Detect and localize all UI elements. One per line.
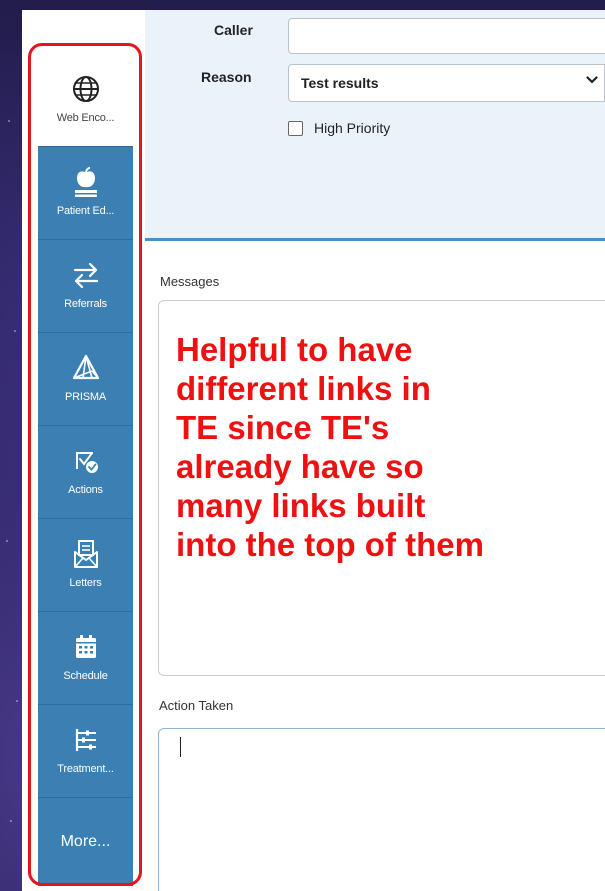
action-taken-textarea[interactable] bbox=[158, 728, 605, 891]
annotation-text: Helpful to have different links in TE si… bbox=[176, 331, 484, 563]
sidebar-item-label: Schedule bbox=[63, 670, 108, 682]
sidebar-item-patient-education[interactable]: Patient Ed... bbox=[38, 147, 133, 240]
background-star bbox=[14, 330, 16, 332]
chevron-down-icon bbox=[586, 76, 598, 84]
apple-book-icon bbox=[69, 165, 103, 199]
sidebar-item-label: Actions bbox=[68, 484, 103, 496]
globe-icon bbox=[69, 72, 103, 106]
sidebar-item-web-encounter[interactable]: Web Enco... bbox=[38, 54, 133, 147]
text-caret bbox=[180, 737, 181, 757]
action-check-icon bbox=[69, 444, 103, 478]
sidebar-more-button[interactable]: More... bbox=[38, 798, 133, 886]
reason-select[interactable]: Test results bbox=[288, 64, 605, 102]
background-star bbox=[16, 700, 18, 702]
caller-label: Caller bbox=[214, 22, 253, 38]
sidebar-item-label: PRISMA bbox=[65, 391, 106, 403]
sidebar-item-label: Treatment... bbox=[57, 763, 114, 775]
background-star bbox=[10, 820, 12, 822]
calendar-icon bbox=[69, 630, 103, 664]
sidebar-item-treatment[interactable]: Treatment... bbox=[38, 705, 133, 798]
letter-icon bbox=[69, 537, 103, 571]
pyramid-icon bbox=[69, 351, 103, 385]
messages-label: Messages bbox=[160, 274, 220, 289]
sidebar-item-label: Patient Ed... bbox=[56, 205, 115, 217]
high-priority-checkbox[interactable] bbox=[288, 121, 303, 136]
header-divider bbox=[145, 238, 605, 241]
background-star bbox=[8, 120, 10, 122]
sidebar-item-actions[interactable]: Actions bbox=[38, 426, 133, 519]
sidebar-item-letters[interactable]: Letters bbox=[38, 519, 133, 612]
arrows-swap-icon bbox=[69, 258, 103, 292]
sidebar-item-label: Web Enco... bbox=[56, 112, 115, 124]
high-priority-label: High Priority bbox=[314, 120, 391, 136]
sidebar: Web Enco... Patient Ed... Referrals PRIS… bbox=[38, 54, 133, 886]
background-star bbox=[6, 540, 8, 542]
reason-selected-value: Test results bbox=[301, 75, 379, 91]
sidebar-item-prisma[interactable]: PRISMA bbox=[38, 333, 133, 426]
sidebar-item-label: Letters bbox=[69, 577, 102, 589]
sidebar-item-referrals[interactable]: Referrals bbox=[38, 240, 133, 333]
sliders-icon bbox=[69, 723, 103, 757]
sidebar-item-label: Referrals bbox=[64, 298, 107, 310]
caller-input[interactable] bbox=[288, 18, 605, 54]
sidebar-item-schedule[interactable]: Schedule bbox=[38, 612, 133, 705]
action-taken-label: Action Taken bbox=[159, 698, 234, 713]
reason-label: Reason bbox=[201, 69, 252, 85]
